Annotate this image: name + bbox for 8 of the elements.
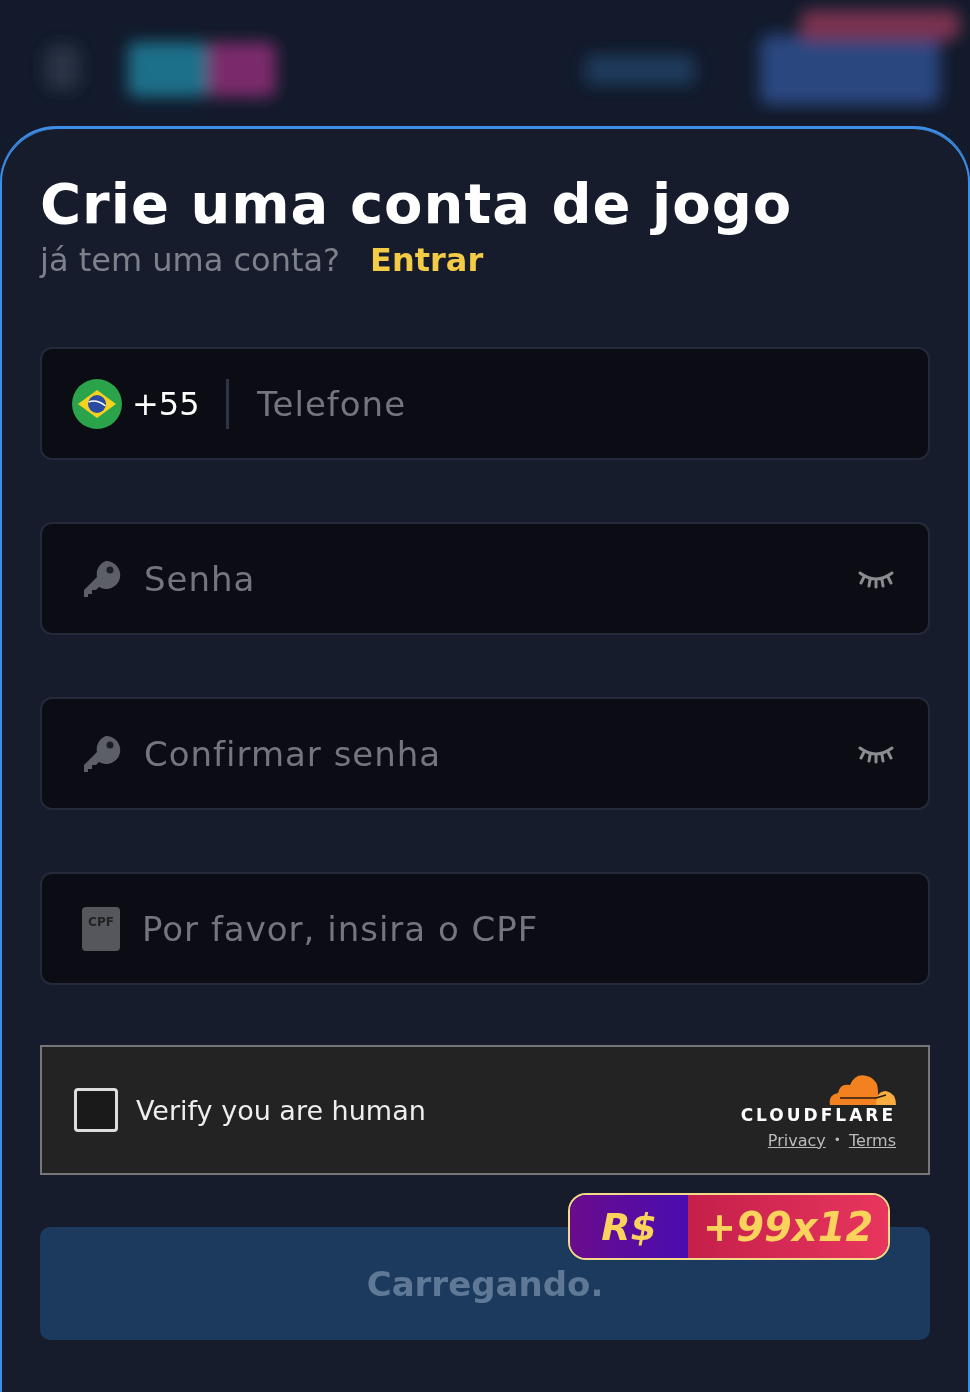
currency-label: R$ <box>570 1195 688 1258</box>
form-title: Crie uma conta de jogo <box>40 170 794 238</box>
separator-dot: • <box>833 1133 841 1147</box>
cloudflare-wordmark: CLOUDFLARE <box>740 1104 896 1125</box>
cpf-icon: CPF <box>82 906 120 951</box>
bonus-label: +99x12 <box>688 1195 888 1258</box>
captcha-label: Verify you are human <box>136 1094 427 1126</box>
login-prompt: já tem uma conta? <box>40 241 341 279</box>
